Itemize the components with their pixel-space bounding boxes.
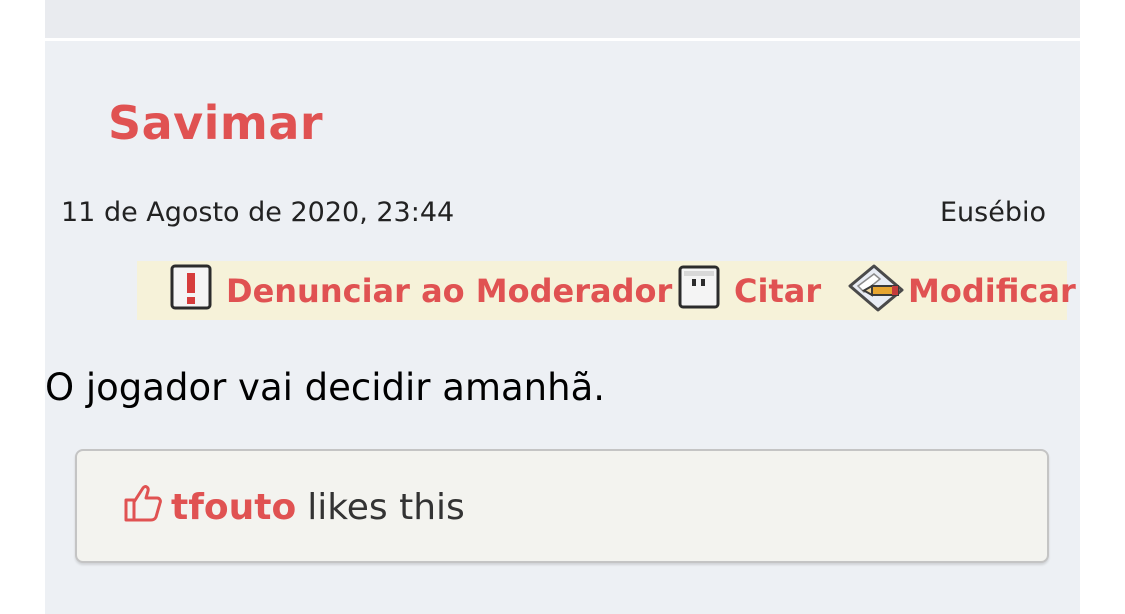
post-actions-bar: Denunciar ao Moderador Citar Modificar	[137, 261, 1076, 320]
quote-label: Citar	[734, 271, 822, 310]
likes-line: tfouto likes this	[123, 482, 465, 533]
top-band	[45, 0, 1080, 38]
liker-username-link[interactable]: tfouto	[171, 487, 296, 528]
report-exclamation-icon	[170, 264, 212, 318]
quote-button[interactable]: Citar	[678, 261, 821, 320]
report-to-moderator-button[interactable]: Denunciar ao Moderador	[170, 261, 672, 320]
likes-box: tfouto likes this	[75, 449, 1049, 563]
edit-pencil-icon	[846, 260, 906, 322]
report-to-moderator-label: Denunciar ao Moderador	[226, 271, 673, 310]
post-date: 11 de Agosto de 2020, 23:44	[61, 197, 455, 228]
edit-label: Modificar	[908, 271, 1076, 310]
post-author-link[interactable]: Savimar	[108, 96, 323, 150]
thumbs-up-icon	[123, 482, 163, 533]
likes-suffix: likes this	[307, 487, 465, 528]
post-board-name: Eusébio	[939, 197, 1046, 228]
edit-button[interactable]: Modificar	[846, 261, 1076, 320]
post-message: O jogador vai decidir amanhã.	[45, 366, 606, 409]
quote-icon	[678, 265, 720, 317]
forum-post: Savimar 11 de Agosto de 2020, 23:44 Eusé…	[45, 41, 1080, 614]
